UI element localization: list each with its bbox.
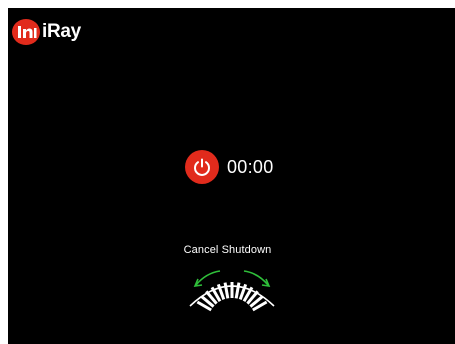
countdown-timer: 00:00 [227,156,274,177]
logo-wordmark: iRay [42,21,81,42]
wheel-rib [223,282,230,299]
infiray-logo: iRay [11,18,81,46]
scroll-wheel-icon [189,270,275,312]
wheel-rib [234,282,241,299]
cancel-shutdown-label: Cancel Shutdown [183,244,272,256]
cancel-shutdown-wheel[interactable] [182,264,282,312]
power-icon [194,158,210,176]
logo-mark [11,18,41,46]
shutdown-countdown: 00:00 [185,150,274,184]
power-button[interactable] [185,150,219,184]
